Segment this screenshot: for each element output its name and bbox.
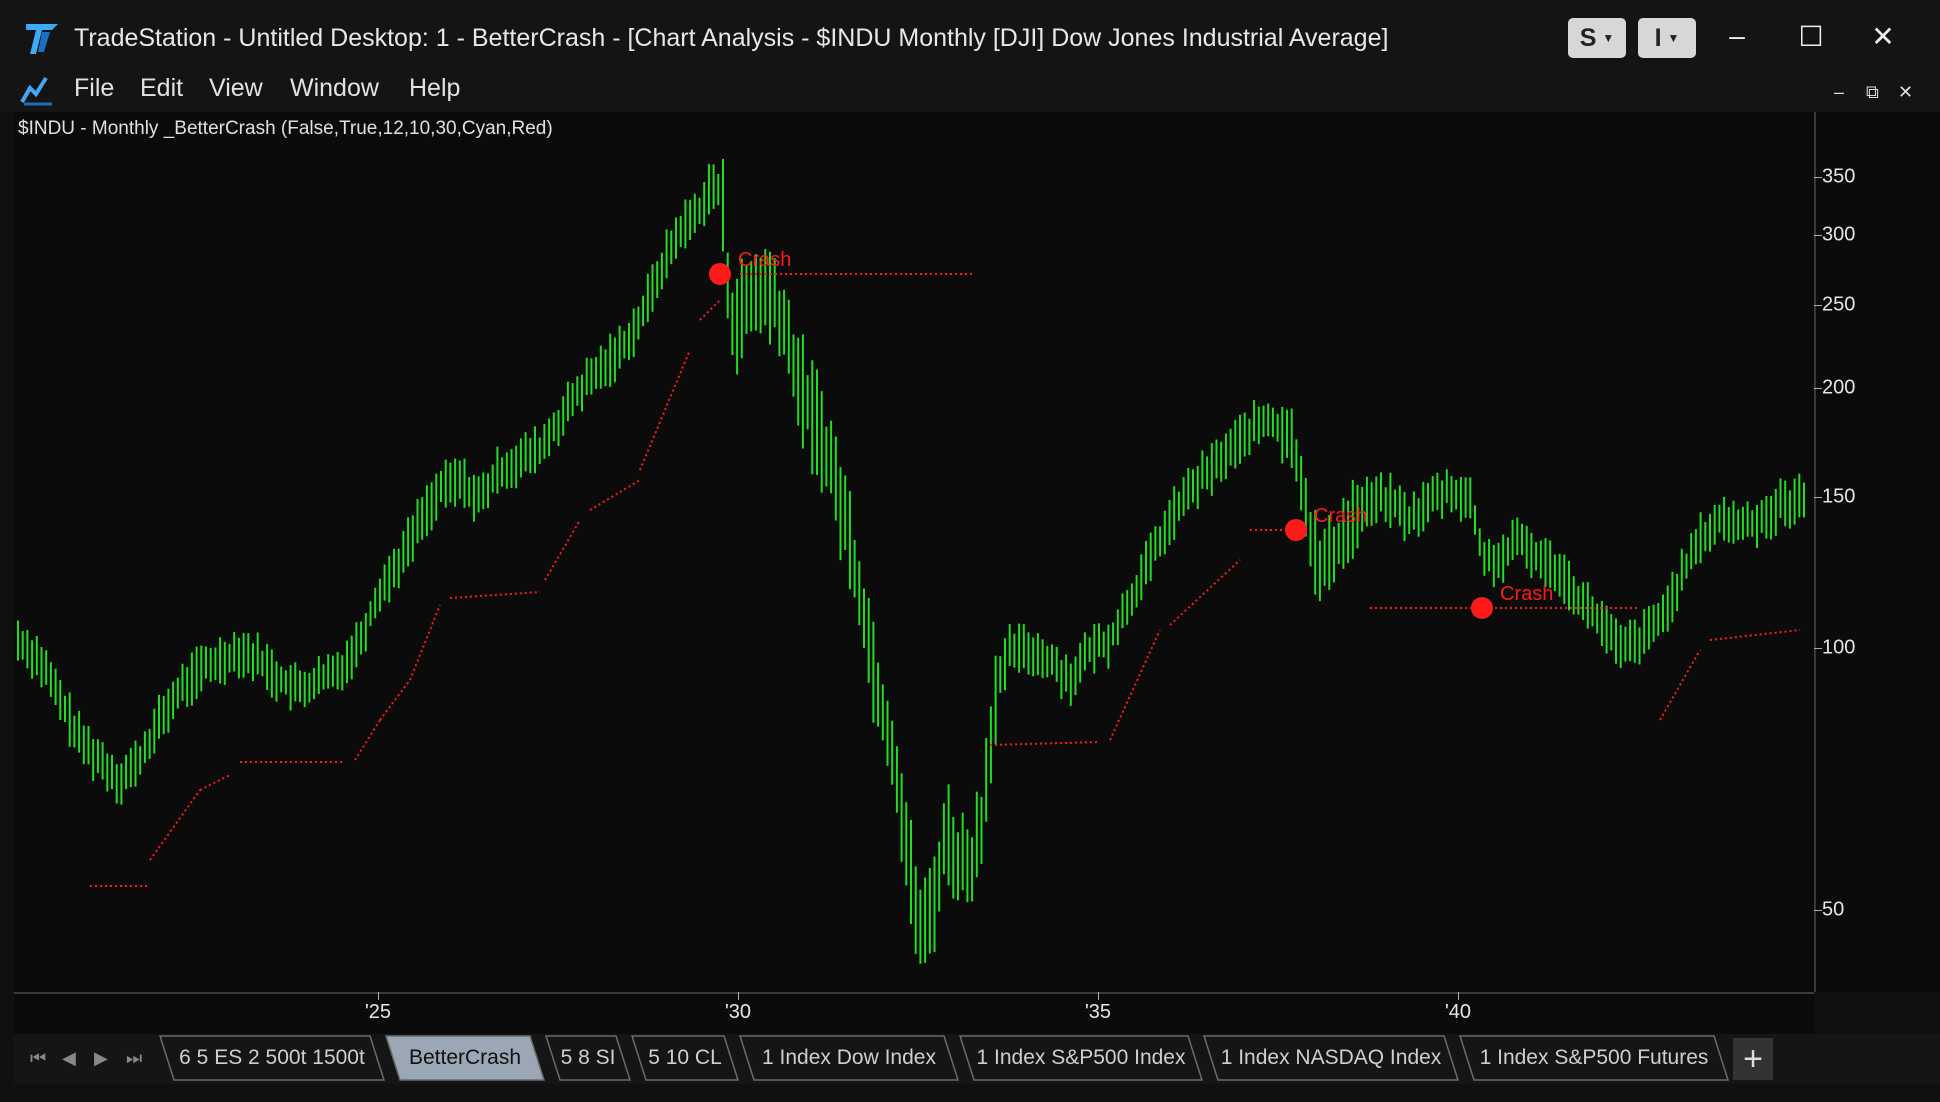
tab-4[interactable]: 1 Index Dow Index <box>740 1036 958 1080</box>
tab-0[interactable]: 6 5 ES 2 500t 1500t <box>160 1036 384 1080</box>
tab-1[interactable]: BetterCrash <box>386 1036 544 1080</box>
tab-2[interactable]: 5 8 SI <box>546 1036 630 1080</box>
tab-shapes <box>158 1035 1730 1081</box>
status-strip <box>0 1084 1940 1102</box>
tab-5[interactable]: 1 Index S&P500 Index <box>960 1036 1202 1080</box>
tab-3[interactable]: 5 10 CL <box>632 1036 738 1080</box>
tab-6[interactable]: 1 Index NASDAQ Index <box>1204 1036 1458 1080</box>
tab-7[interactable]: 1 Index S&P500 Futures <box>1460 1036 1728 1080</box>
add-tab-button[interactable]: + <box>1733 1038 1773 1080</box>
